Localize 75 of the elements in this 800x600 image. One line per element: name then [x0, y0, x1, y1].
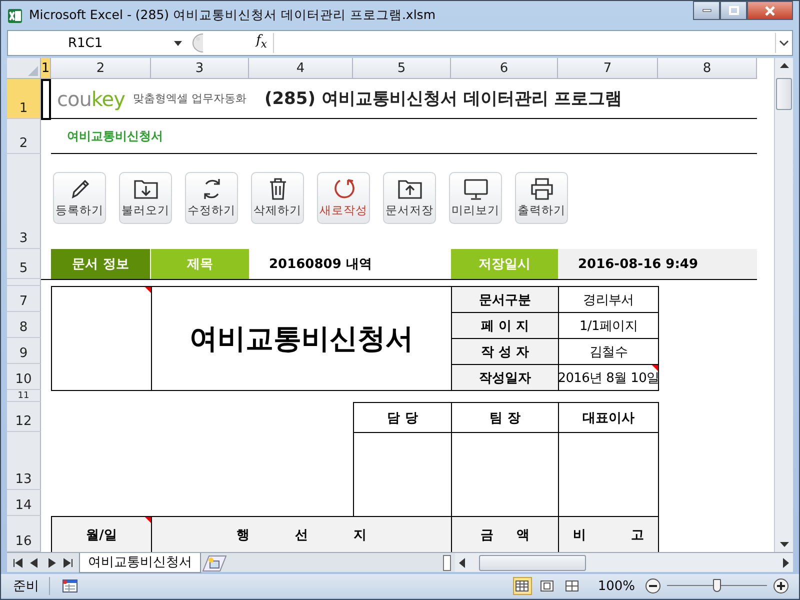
approval-header: 담 당 — [353, 402, 452, 433]
zoom-slider[interactable] — [667, 578, 767, 594]
toolbar-button[interactable]: 출력하기 — [515, 172, 568, 224]
row-header[interactable]: 12 — [7, 402, 41, 432]
form-value[interactable]: 경리부서 — [558, 286, 659, 313]
form-value[interactable]: 2016년 8월 10일 — [558, 364, 659, 391]
column-header[interactable]: 3 — [151, 58, 249, 79]
field-label: 저장일시 — [451, 249, 558, 279]
column-header[interactable]: 6 — [451, 58, 558, 79]
active-cell[interactable] — [41, 79, 51, 120]
monitor-icon — [462, 176, 490, 202]
tab-split-handle[interactable] — [443, 554, 451, 570]
row-header[interactable]: 9 — [7, 338, 41, 364]
table-header: 행 선 지 — [151, 516, 452, 552]
row-header[interactable]: 8 — [7, 312, 41, 338]
zoom-in-icon[interactable] — [773, 578, 789, 594]
sheet-subtitle: 여비교통비신청서 — [67, 128, 163, 144]
toolbar-button[interactable]: 문서저장 — [383, 172, 436, 224]
zoom-out-icon[interactable] — [645, 578, 661, 594]
program-title: (285) 여비교통비신청서 데이터관리 프로그램 — [264, 88, 622, 110]
toolbar-button[interactable]: 등록하기 — [53, 172, 106, 224]
sheet-tab[interactable]: 여비교통비신청서 — [79, 552, 201, 572]
row-header[interactable]: 2 — [7, 119, 41, 154]
minimize-icon — [702, 9, 712, 12]
excel-logo-icon — [7, 8, 23, 24]
sheet-navigation-icon[interactable] — [11, 556, 75, 570]
corner-triangle-icon — [28, 66, 38, 76]
maximize-button[interactable] — [720, 1, 747, 20]
toolbar-button[interactable]: 삭제하기 — [251, 172, 304, 224]
close-button[interactable] — [747, 1, 793, 20]
form-label: 작 성 자 — [451, 338, 559, 365]
column-header[interactable]: 5 — [353, 58, 451, 79]
table-header: 금 액 — [451, 516, 559, 552]
section-label: 문서 정보 — [51, 249, 151, 279]
new-sheet-icon[interactable] — [201, 554, 227, 572]
vertical-scroll-thumb[interactable] — [776, 78, 792, 110]
column-header[interactable]: 8 — [658, 58, 757, 79]
row-header[interactable]: 1 — [7, 79, 41, 119]
form-label: 문서구분 — [451, 286, 559, 313]
normal-view-icon[interactable] — [512, 577, 532, 595]
form-title: 여비교통비신청서 — [151, 286, 452, 391]
toolbar-button[interactable]: 미리보기 — [449, 172, 502, 224]
brand-logo: coukey — [57, 86, 125, 110]
column-header[interactable]: 7 — [558, 58, 658, 79]
row-header[interactable]: 14 — [7, 490, 41, 516]
tagline: 맞춤형엑셀 업무자동화 — [132, 91, 246, 106]
table-header: 월/일 — [51, 516, 152, 552]
close-icon — [764, 6, 776, 16]
horizontal-scroll-thumb[interactable] — [479, 554, 586, 570]
row-header[interactable]: 3 — [7, 154, 41, 249]
row-header[interactable]: 10 — [7, 364, 41, 390]
form-label: 작성일자 — [451, 364, 559, 391]
zoom-level[interactable]: 100% — [598, 578, 635, 594]
column-header[interactable]: 2 — [51, 58, 151, 79]
row-header[interactable]: 13 — [7, 432, 41, 490]
form-label: 페 이 지 — [451, 312, 559, 339]
toolbar-button[interactable]: 수정하기 — [185, 172, 238, 224]
table-header: 비 고 — [558, 516, 659, 552]
field-label: 제목 — [151, 249, 249, 279]
row-header[interactable]: 11 — [7, 390, 41, 402]
saved-time-value: 2016-08-16 9:49 — [558, 249, 757, 279]
toolbar-button[interactable]: 불러오기 — [119, 172, 172, 224]
status-text: 준비 — [7, 577, 50, 595]
approval-header: 대표이사 — [558, 402, 659, 433]
row-header[interactable]: 16 — [7, 516, 41, 552]
zoom-slider-thumb[interactable] — [713, 579, 721, 592]
window-title: Microsoft Excel - (285) 여비교통비신청서 데이터관리 프로그램.xlsm — [29, 7, 436, 24]
column-header[interactable]: 1 — [41, 58, 51, 79]
toolbar-button[interactable]: 새로작성 — [317, 172, 370, 224]
row-header[interactable]: 7 — [7, 286, 41, 312]
record-macro-icon[interactable] — [62, 579, 78, 593]
minimize-button[interactable] — [693, 1, 720, 20]
column-header[interactable]: 4 — [249, 58, 353, 79]
row-header[interactable]: 5 — [7, 249, 41, 279]
maximize-icon — [728, 6, 738, 16]
